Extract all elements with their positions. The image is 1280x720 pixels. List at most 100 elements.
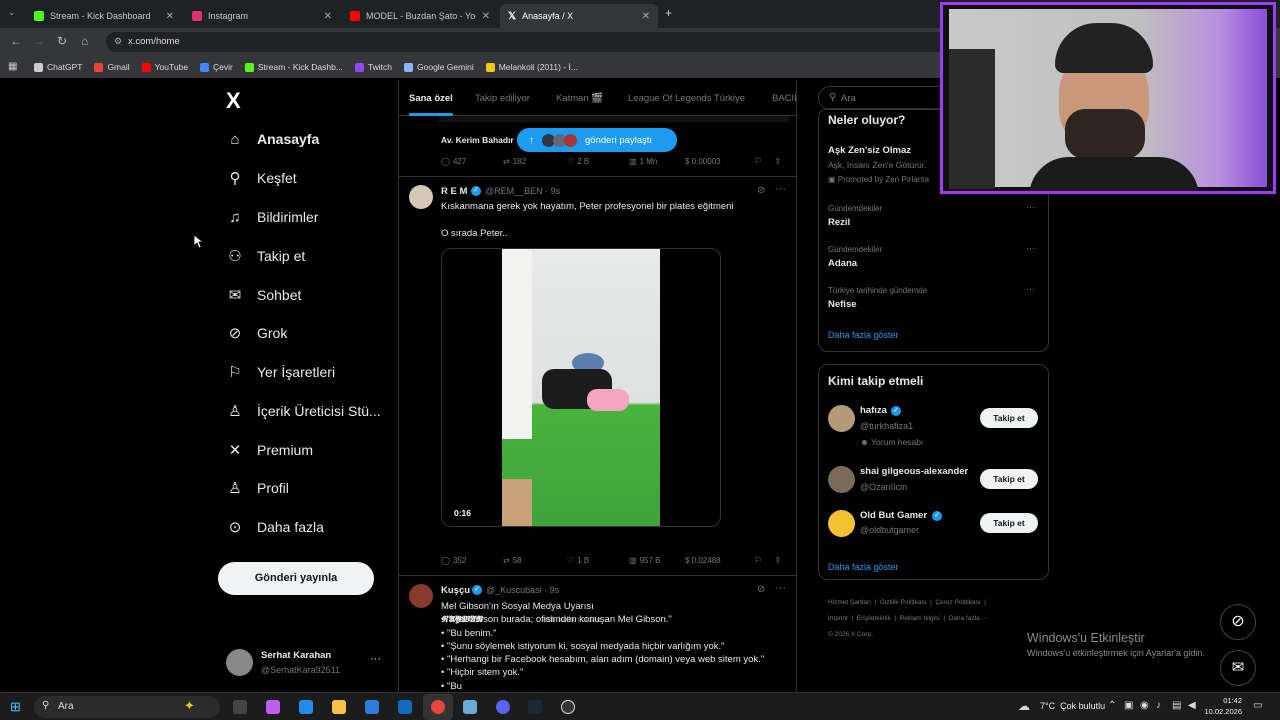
- footer-link[interactable]: Gizlilik Politikası: [880, 599, 927, 606]
- home-icon[interactable]: ⌂: [81, 34, 88, 48]
- browser-tab-kick[interactable]: Stream - Kick Dashboard ✕: [26, 4, 182, 28]
- tip-action[interactable]: $ 0.02488: [685, 556, 721, 565]
- tab-bacil[interactable]: BACIL: [772, 93, 796, 104]
- tab-katman[interactable]: Katman 🎬: [556, 93, 603, 104]
- account-switcher[interactable]: Serhat Karahan @SerhatKara92511 ···: [218, 645, 390, 681]
- bookmark-youtube[interactable]: YouTube: [141, 62, 188, 72]
- tip-action[interactable]: $ 0.00003: [685, 157, 721, 166]
- post-kuscu[interactable]: Kuşçu ✓ @_Kuscubasi · 9s ⊘ ··· Mel Gibso…: [399, 576, 796, 692]
- steam-icon[interactable]: [528, 700, 542, 714]
- grok-explain-icon[interactable]: ⊘: [757, 185, 765, 196]
- nav-item-chat[interactable]: ✉ Sohbet: [226, 283, 302, 307]
- footer-link[interactable]: Imprint: [828, 615, 848, 622]
- footer-link[interactable]: Daha fazla ···: [949, 615, 988, 622]
- messages-float-button[interactable]: ✉: [1220, 650, 1256, 686]
- grok-explain-icon[interactable]: ⊘: [757, 584, 765, 595]
- volume-icon[interactable]: ◀: [1188, 700, 1196, 711]
- tab-league-of-legends[interactable]: League Of Legends Türkiye: [628, 93, 745, 104]
- site-info-icon[interactable]: ⚙: [114, 36, 122, 47]
- tray-chevron-icon[interactable]: ⌃: [1108, 700, 1116, 711]
- close-tab-icon[interactable]: ✕: [642, 11, 650, 22]
- close-tab-icon[interactable]: ✕: [482, 11, 490, 22]
- follow-button[interactable]: Takip et: [980, 469, 1038, 489]
- nav-item-bookmarks[interactable]: ⚐ Yer İşaretleri: [226, 360, 335, 384]
- post-more-icon[interactable]: ···: [775, 183, 786, 195]
- trend-more-icon[interactable]: ···: [1026, 284, 1035, 294]
- new-tab-icon[interactable]: +: [665, 6, 672, 20]
- reply-action[interactable]: ◯ 352: [441, 556, 466, 565]
- x-home-logo[interactable]: X: [226, 88, 241, 114]
- nav-item-profile[interactable]: ♙ Profil: [226, 476, 289, 500]
- follow-button[interactable]: Takip et: [980, 408, 1038, 428]
- like-action[interactable]: ♡ 2 B: [567, 157, 589, 166]
- obs-icon[interactable]: [561, 700, 575, 714]
- bookmark-icon[interactable]: ⚐: [754, 555, 762, 566]
- tray-app-icon[interactable]: ◉: [1140, 700, 1149, 711]
- post-more-icon[interactable]: ···: [775, 582, 786, 594]
- browser-tab-youtube[interactable]: MODEL - Buzdan Şato - YouTube ✕: [342, 4, 498, 28]
- nav-item-home[interactable]: ⌂ Anasayfa: [226, 127, 319, 151]
- share-icon[interactable]: ⇪: [774, 156, 782, 167]
- suggestion-name[interactable]: Old But Gamer: [860, 510, 927, 521]
- edge-icon[interactable]: [299, 700, 313, 714]
- chrome-icon[interactable]: [431, 700, 445, 714]
- copilot-icon[interactable]: [266, 700, 280, 714]
- nav-item-grok[interactable]: ⊘ Grok: [226, 321, 288, 345]
- outlook-icon[interactable]: [398, 700, 412, 714]
- apps-grid-icon[interactable]: ▦: [8, 61, 17, 72]
- forward-icon[interactable]: →: [33, 34, 45, 48]
- reload-icon[interactable]: ↻: [57, 34, 67, 48]
- bookmark-gemini[interactable]: Google Gemini: [404, 62, 474, 72]
- tab-list-chevron-icon[interactable]: ⌄: [8, 7, 16, 18]
- suggestion-name[interactable]: hafıza: [860, 405, 887, 416]
- tray-app-icon[interactable]: ▣: [1124, 700, 1133, 711]
- show-more-suggestions-link[interactable]: Daha fazla göster: [828, 562, 899, 572]
- follow-button[interactable]: Takip et: [980, 513, 1038, 533]
- clock-date[interactable]: 10.02.2026: [1200, 707, 1242, 716]
- tab-for-you[interactable]: Sana özel: [409, 93, 453, 104]
- new-posts-pill[interactable]: ↑ gönderi paylaştı: [517, 128, 677, 152]
- network-icon[interactable]: ▤: [1172, 700, 1181, 711]
- notification-icon[interactable]: ▭: [1253, 700, 1262, 711]
- suggestion-name[interactable]: shai gilgeous-alexander: [860, 466, 968, 477]
- views-action[interactable]: ▥ 1 Mn: [629, 157, 657, 166]
- close-tab-icon[interactable]: ✕: [324, 11, 332, 22]
- repost-action[interactable]: ⇄ 182: [503, 157, 526, 166]
- trend-more-icon[interactable]: ···: [1026, 202, 1035, 212]
- weather-icon[interactable]: ☁: [1018, 699, 1030, 713]
- nav-item-premium[interactable]: ✕ Premium: [226, 438, 313, 462]
- footer-link[interactable]: Hizmet Şartları: [828, 599, 871, 606]
- post-rem[interactable]: R E M ✓ @REM__BEN · 9s ⊘ ··· Kıskanmana …: [399, 177, 796, 624]
- windows-start-icon[interactable]: ⊞: [10, 699, 21, 715]
- bookmark-twitch[interactable]: Twitch: [354, 62, 392, 72]
- bookmark-imdb[interactable]: Melankoli (2011) - İ...: [485, 62, 578, 72]
- post-video[interactable]: 0:16: [441, 248, 721, 527]
- nav-item-notifications[interactable]: ♫ Bildirimler: [226, 205, 318, 229]
- tab-following[interactable]: Takip ediliyor: [475, 93, 530, 104]
- clock-time[interactable]: 01:42: [1206, 696, 1242, 705]
- footer-link[interactable]: Çerez Politikası: [935, 599, 980, 606]
- promo-title[interactable]: Aşk Zen'siz Olmaz: [828, 145, 911, 156]
- reply-action[interactable]: ◯ 427: [441, 157, 466, 166]
- url-bar[interactable]: ⚙ x.com/home: [106, 32, 966, 52]
- microphone-icon[interactable]: ♪: [1156, 700, 1161, 711]
- bookmark-translate[interactable]: Çevir: [200, 62, 233, 72]
- weather-text[interactable]: 7°C Çok bulutlu: [1040, 701, 1105, 711]
- app-icon[interactable]: [463, 700, 477, 714]
- share-icon[interactable]: ⇪: [774, 555, 782, 566]
- like-action[interactable]: ♡ 1 B: [567, 556, 589, 565]
- footer-link[interactable]: Erişilebilirlik: [857, 615, 891, 622]
- views-action[interactable]: ▥ 957 B: [629, 556, 660, 565]
- task-view-icon[interactable]: [233, 700, 247, 714]
- repost-action[interactable]: ⇄ 58: [503, 556, 522, 565]
- trend-more-icon[interactable]: ···: [1026, 243, 1035, 253]
- post-button[interactable]: Gönderi yayınla: [218, 562, 374, 595]
- bookmark-chatgpt[interactable]: ChatGPT: [34, 62, 82, 72]
- nav-item-creator-studio[interactable]: ♙ İçerik Üreticisi Stü...: [226, 399, 380, 423]
- file-explorer-icon[interactable]: [332, 700, 346, 714]
- show-more-trends-link[interactable]: Daha fazla göster: [828, 330, 899, 340]
- avatar[interactable]: [828, 510, 855, 537]
- nav-item-explore[interactable]: ⚲ Keşfet: [226, 166, 297, 190]
- browser-tab-instagram[interactable]: Instagram ✕: [184, 4, 340, 28]
- bookmark-icon[interactable]: ⚐: [754, 156, 762, 167]
